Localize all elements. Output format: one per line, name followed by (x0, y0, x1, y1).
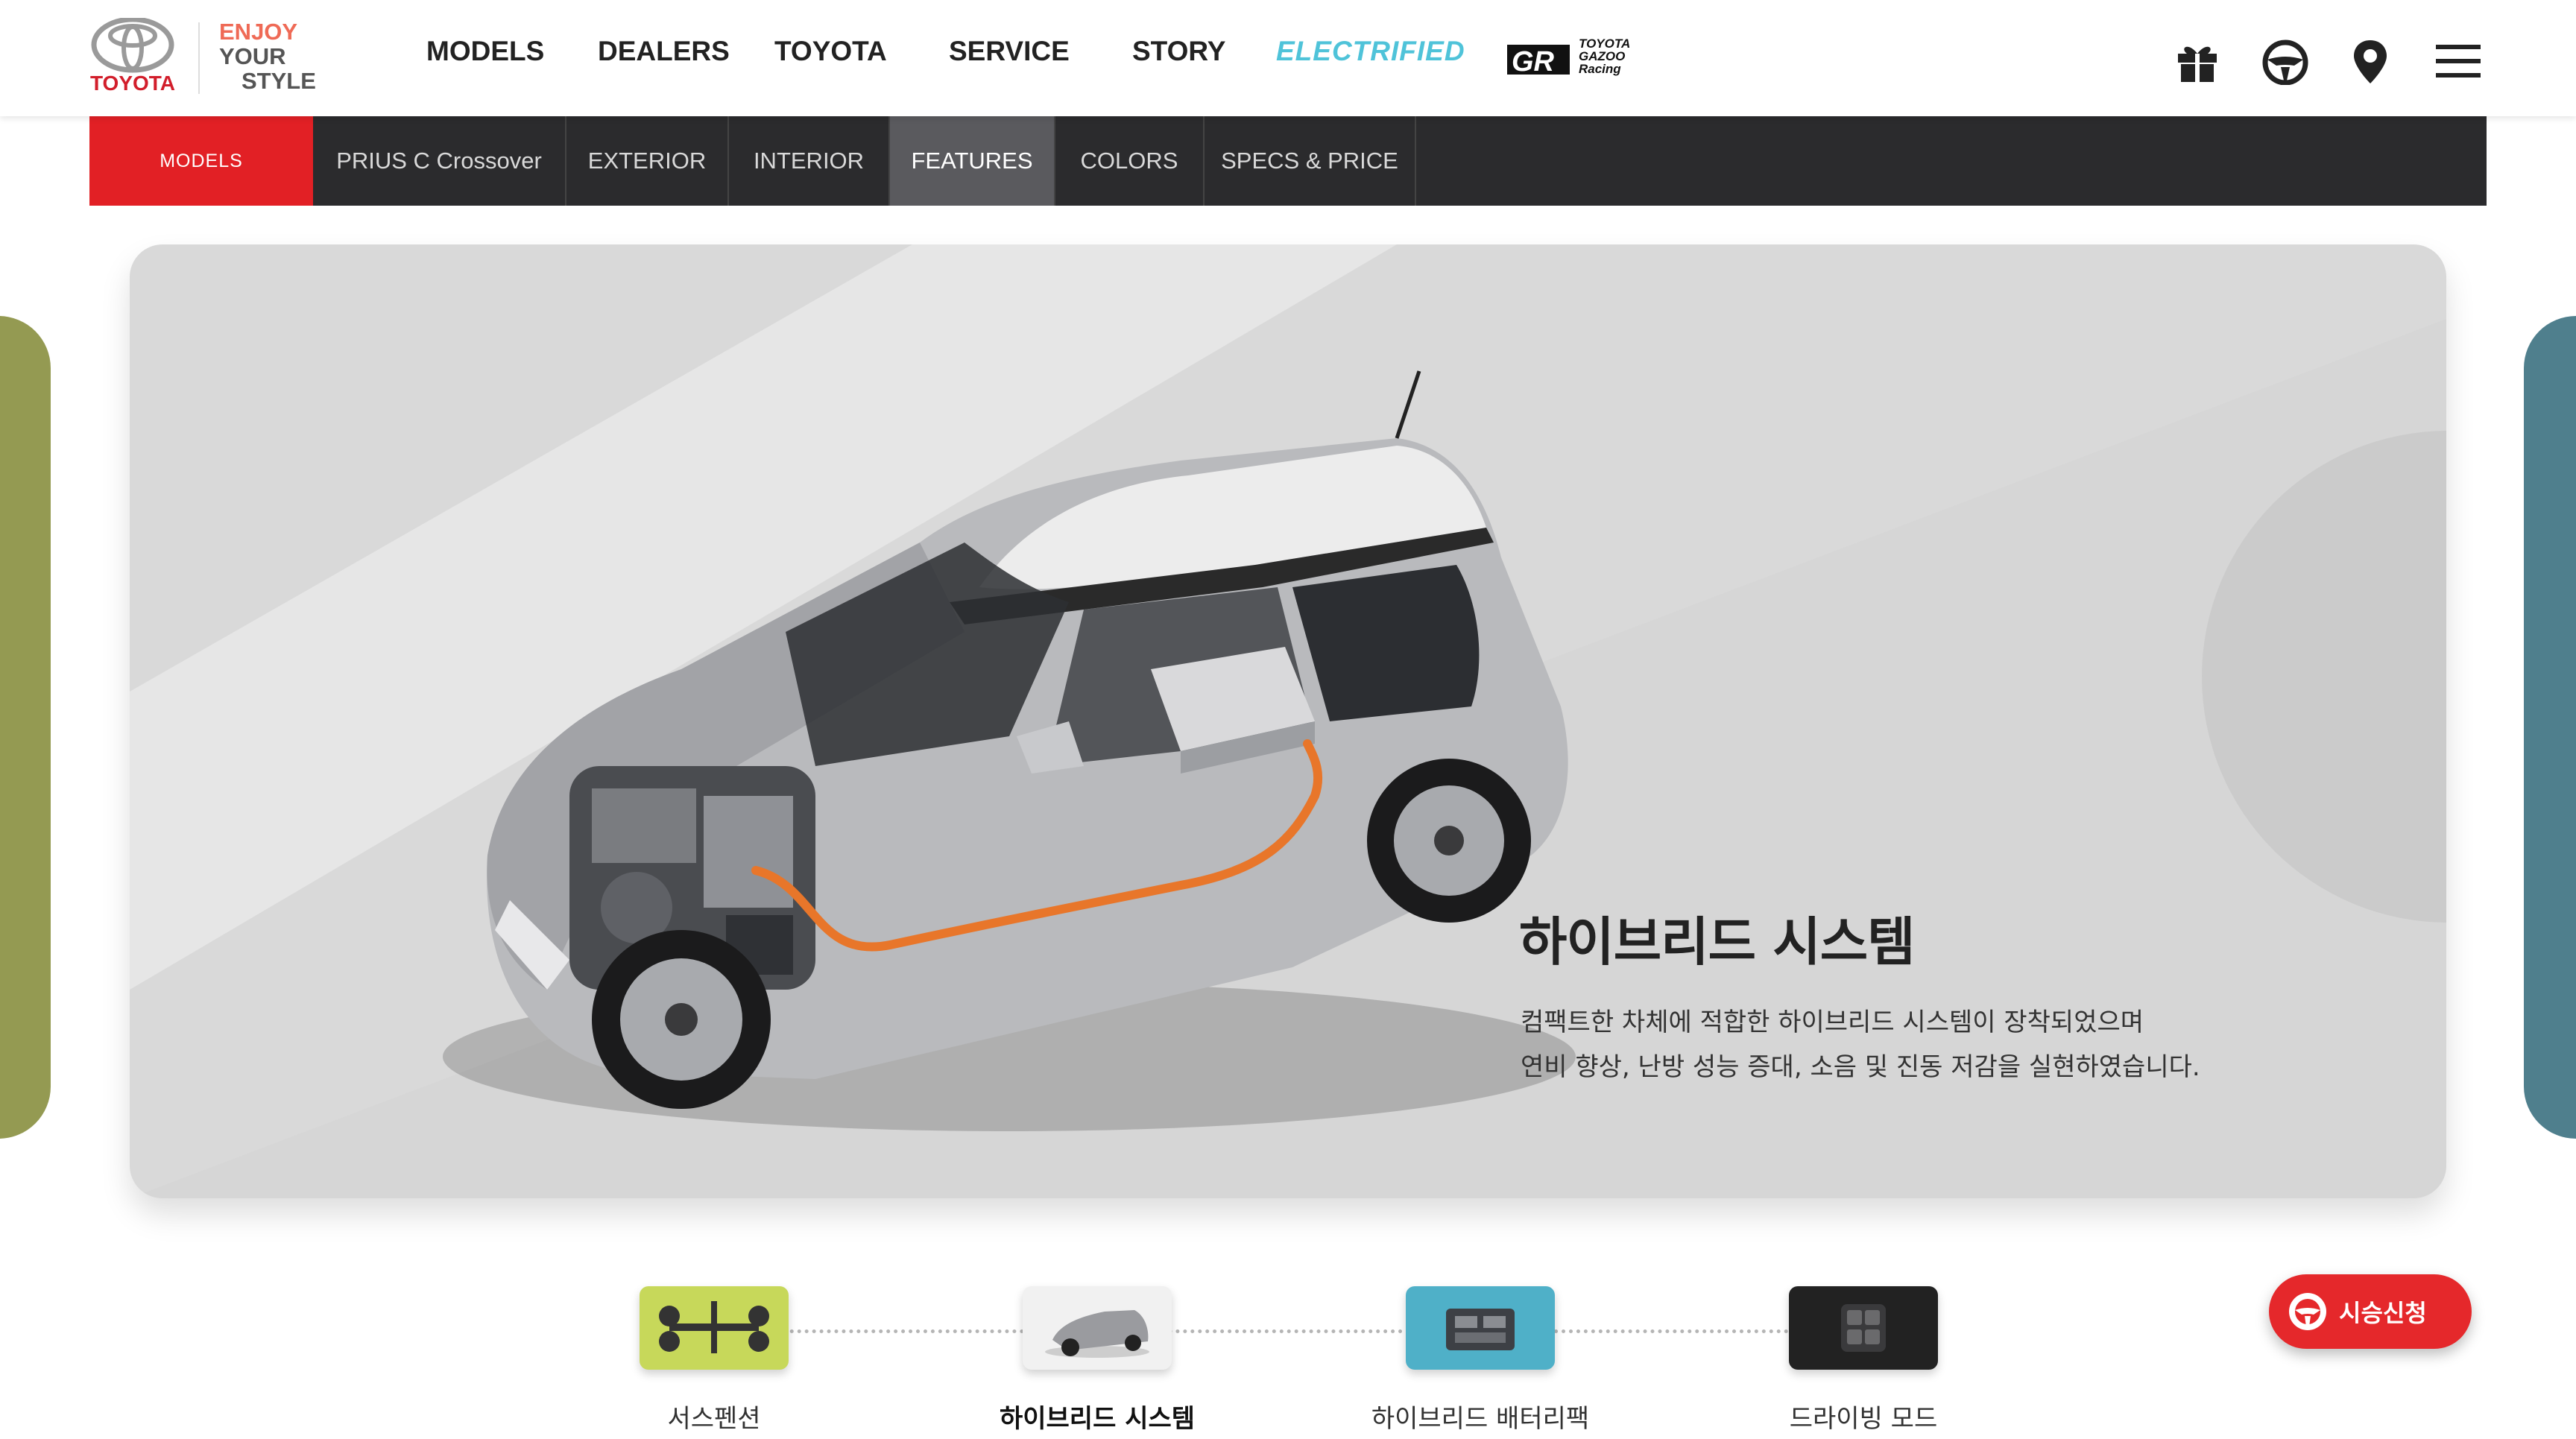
thumbnail-connector-line (753, 1329, 1804, 1333)
gr-gazoo-racing-logo[interactable]: GR TOYOTA GAZOO Racing (1506, 34, 1658, 79)
feature-thumbnail-nav: 서스펜션 하이브리드 시스템 하이브리드 배터리팩 드라이빙 모드 (0, 1267, 2576, 1439)
thumbnail-label: 하이브리드 시스템 (999, 1404, 1196, 1434)
suspension-thumbnail-image (640, 1286, 789, 1370)
nav-toyota[interactable]: TOYOTA (774, 36, 887, 67)
nav-dealers[interactable]: DEALERS (598, 36, 730, 67)
tab-exterior[interactable]: EXTERIOR (566, 116, 729, 206)
hamburger-menu-icon[interactable] (2434, 37, 2482, 85)
nav-story[interactable]: STORY (1132, 36, 1225, 67)
previous-feature-card-peek[interactable] (0, 316, 51, 1139)
gr-line-3: Racing (1579, 62, 1621, 76)
gift-icon[interactable] (2174, 37, 2221, 85)
thumbnail-label: 서스펜션 (667, 1404, 761, 1434)
toyota-wordmark: TOYOTA (89, 72, 176, 95)
feature-description-line-2: 연비 향상, 난방 성능 증대, 소음 및 진동 저감을 실현하였습니다. (1521, 1052, 2200, 1082)
steering-wheel-icon (2289, 1293, 2326, 1330)
steering-wheel-icon[interactable] (2261, 37, 2309, 85)
thumbnail-label: 하이브리드 배터리팩 (1371, 1404, 1590, 1434)
next-feature-card-peek[interactable] (2524, 316, 2576, 1139)
driving-mode-thumbnail-image (1789, 1286, 1938, 1370)
tab-features[interactable]: FEATURES (890, 116, 1055, 206)
model-subnav: MODELS PRIUS C Crossover EXTERIOR INTERI… (89, 116, 2487, 206)
test-drive-button[interactable]: 시승신청 (2269, 1274, 2472, 1349)
tab-specs-price[interactable]: SPECS & PRICE (1205, 116, 1416, 206)
thumbnail-label: 드라이빙 모드 (1789, 1404, 1938, 1434)
battery-pack-thumbnail-image (1406, 1286, 1555, 1370)
feature-title: 하이브리드 시스템 (1519, 911, 1916, 972)
tagline-line-3: STYLE (242, 68, 316, 94)
gr-mark: GR (1512, 46, 1555, 78)
test-drive-label: 시승신청 (2339, 1299, 2427, 1327)
feature-card: 하이브리드 시스템 컴팩트한 차체에 적합한 하이브리드 시스템이 장착되었으며… (130, 244, 2446, 1198)
hybrid-system-thumbnail-image (1023, 1286, 1172, 1370)
hybrid-car-cutaway-image (443, 370, 1576, 1131)
site-header: TOYOTA ENJOY YOUR STYLE MODELS DEALERS T… (0, 0, 2576, 116)
map-pin-icon[interactable] (2346, 37, 2394, 85)
tab-interior[interactable]: INTERIOR (729, 116, 890, 206)
tagline-line-1: ENJOY (219, 19, 298, 45)
tagline-line-2: YOUR (219, 43, 286, 69)
feature-description-line-1: 컴팩트한 차체에 적합한 하이브리드 시스템이 장착되었으며 (1521, 1008, 2144, 1037)
feature-description: 컴팩트한 차체에 적합한 하이브리드 시스템이 장착되었으며 연비 향상, 난방… (1521, 1000, 2200, 1089)
subnav-models-button[interactable]: MODELS (89, 116, 313, 206)
logo-divider (198, 22, 200, 94)
nav-electrified[interactable]: ELECTRIFIED (1276, 36, 1465, 67)
tab-colors[interactable]: COLORS (1055, 116, 1205, 206)
nav-service[interactable]: SERVICE (949, 36, 1070, 67)
brand-tagline: ENJOY YOUR STYLE (219, 19, 316, 93)
tab-prius-c-crossover[interactable]: PRIUS C Crossover (313, 116, 566, 206)
nav-models[interactable]: MODELS (426, 36, 544, 67)
